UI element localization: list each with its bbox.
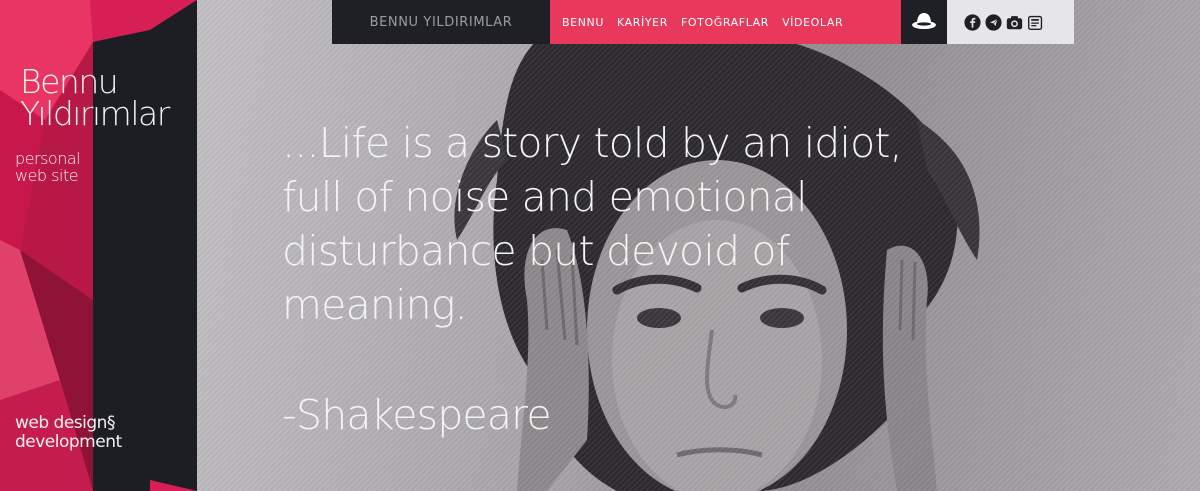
- quote-line: full of noise and emotional: [282, 173, 808, 221]
- nav-item-videolar[interactable]: VİDEOLAR: [782, 16, 843, 29]
- brand-tagline-line1: web design§: [15, 413, 115, 433]
- brand-tagline-line2: development: [15, 432, 122, 452]
- brand-subtitle-line2: web site: [15, 166, 79, 185]
- brand-subtitle: personal web site: [15, 149, 81, 185]
- hat-icon: [912, 13, 936, 29]
- nav-item-kariyer[interactable]: KARİYER: [617, 16, 668, 29]
- brand-sidebar: Bennu Yıldırımlar personal web site web …: [0, 0, 197, 491]
- quote-line: meaning.: [282, 281, 468, 329]
- brand-tagline: web design§ development: [15, 414, 122, 452]
- blog-icon[interactable]: [1027, 14, 1044, 31]
- camera-icon[interactable]: [1006, 14, 1023, 31]
- nav-item-fotograflar[interactable]: FOTOĞRAFLAR: [681, 16, 769, 29]
- nav-site-name[interactable]: BENNU YILDIRIMLAR: [332, 0, 550, 44]
- twitter-icon[interactable]: [985, 13, 1002, 31]
- social-links: [947, 0, 1074, 44]
- quote-line: ...Life is a story told by an idiot,: [282, 119, 903, 167]
- brand-title-line2: Yıldırımlar: [20, 94, 170, 133]
- hat-button[interactable]: [901, 0, 947, 44]
- quote-line: disturbance but devoid of: [282, 227, 790, 275]
- hero-quote: ...Life is a story told by an idiot, ful…: [282, 116, 1002, 332]
- brand-subtitle-line1: personal: [15, 149, 81, 168]
- nav-menu: BENNU KARİYER FOTOĞRAFLAR VİDEOLAR: [550, 0, 901, 44]
- quote-author: -Shakespeare: [282, 391, 552, 439]
- facebook-icon[interactable]: [964, 13, 981, 31]
- brand-title[interactable]: Bennu Yıldırımlar: [20, 65, 170, 133]
- top-navigation: BENNU YILDIRIMLAR BENNU KARİYER FOTOĞRAF…: [332, 0, 1074, 44]
- hero-banner: ...Life is a story told by an idiot, ful…: [197, 0, 1200, 491]
- nav-item-bennu[interactable]: BENNU: [562, 16, 604, 29]
